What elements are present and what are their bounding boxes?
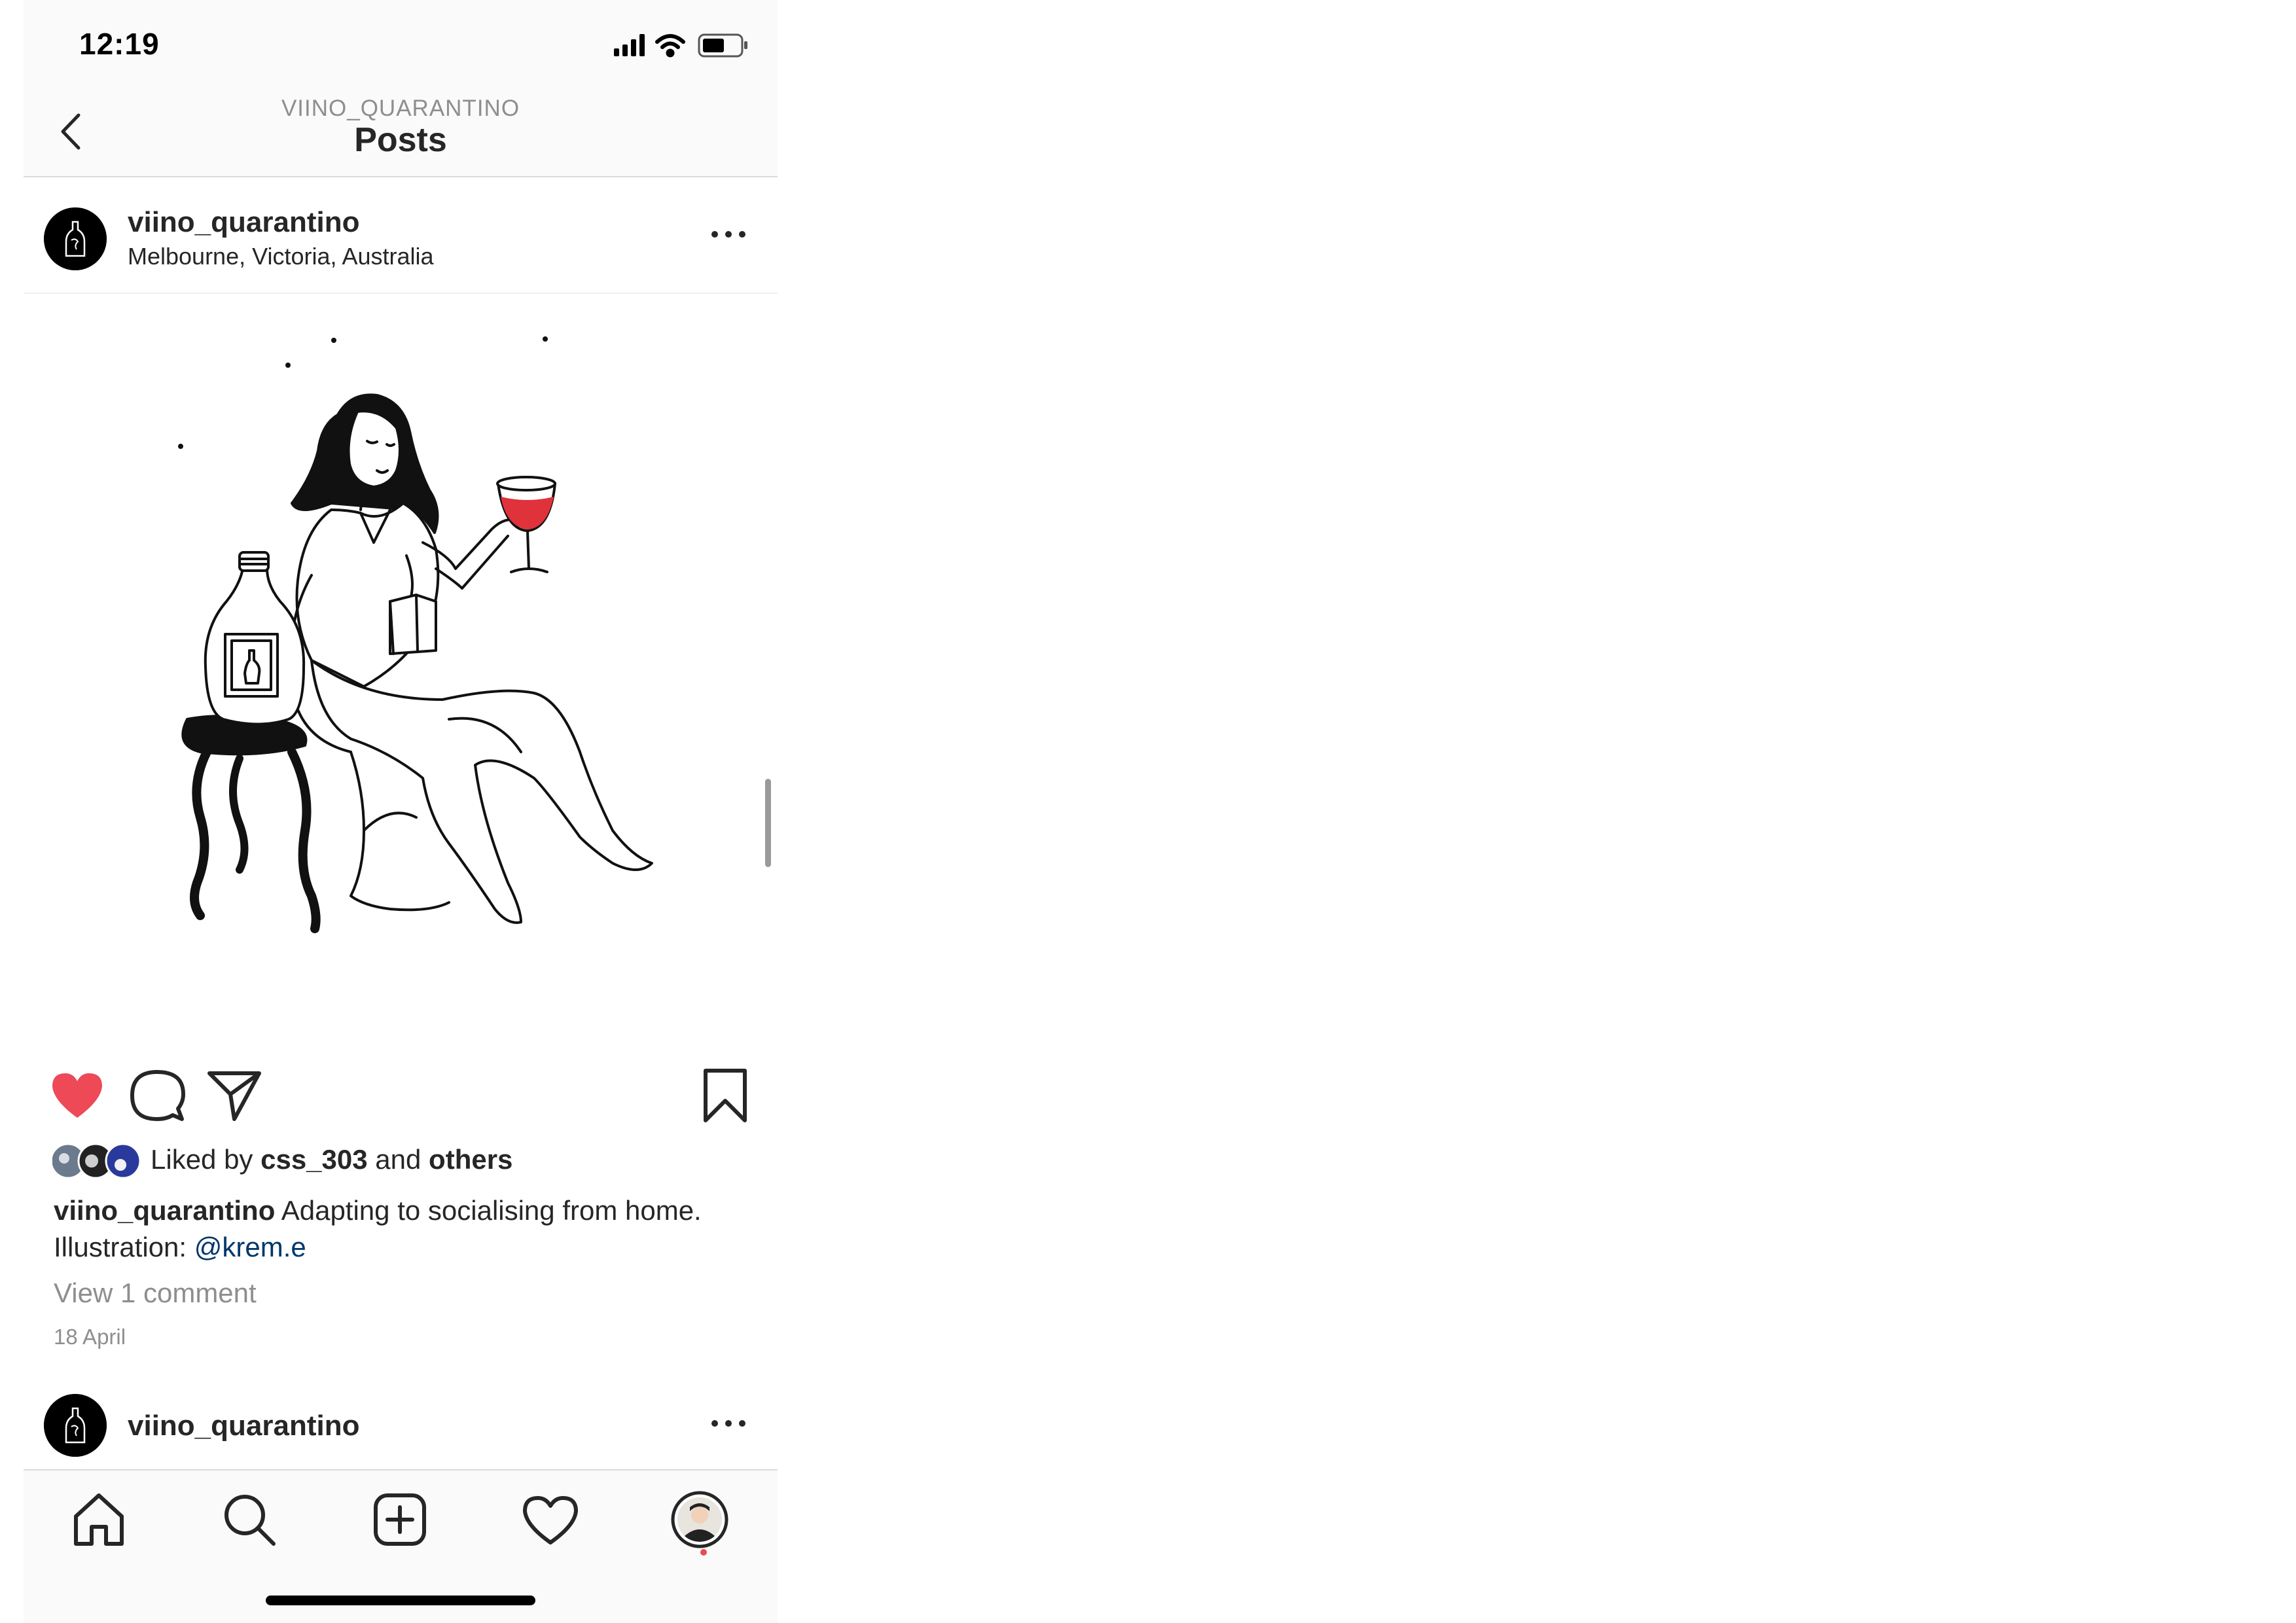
add-post-icon[interactable] (370, 1490, 429, 1549)
caption-text: Adapting to socialising from home. (281, 1195, 702, 1226)
profile-avatar[interactable] (44, 207, 107, 270)
next-post-username[interactable]: viino_quarantino (128, 1410, 359, 1442)
liked-others-link[interactable]: others (429, 1144, 512, 1175)
view-comments-link[interactable]: View 1 comment (54, 1277, 257, 1309)
caption-mention-link[interactable]: @krem.e (194, 1232, 306, 1262)
more-options-icon[interactable] (706, 224, 751, 244)
caption-username[interactable]: viino_quarantino (54, 1195, 275, 1226)
post-date: 18 April (54, 1325, 126, 1349)
navigation-bar: VIINO_QUARANTINO Posts (24, 85, 778, 177)
liked-user-link[interactable]: css_303 (260, 1144, 368, 1175)
like-heart-icon[interactable] (48, 1067, 106, 1124)
post-location[interactable]: Melbourne, Victoria, Australia (128, 243, 434, 270)
liked-by-text: Liked by css_303 and others (151, 1144, 512, 1175)
next-post-header: viino_quarantino (24, 1394, 778, 1466)
search-icon[interactable] (220, 1490, 279, 1549)
save-bookmark-icon[interactable] (696, 1067, 754, 1124)
status-bar: 12:19 (24, 0, 778, 85)
bottom-tab-bar (24, 1469, 778, 1623)
post-actions (24, 1054, 778, 1132)
post-illustration[interactable] (24, 294, 778, 1053)
wifi-icon (655, 34, 685, 58)
activity-heart-icon[interactable] (521, 1490, 580, 1549)
cellular-signal-icon (614, 34, 645, 56)
nav-username: VIINO_QUARANTINO (281, 96, 520, 121)
liked-and: and (375, 1144, 422, 1175)
phone-screen: 12:19 VIINO_QUARANTINO Posts viino_quara… (24, 0, 778, 1623)
page-title: Posts (354, 121, 447, 159)
more-options-icon[interactable] (706, 1414, 751, 1433)
status-icons (614, 33, 747, 58)
liked-prefix: Liked by (151, 1144, 253, 1175)
status-time: 12:19 (79, 27, 160, 61)
battery-icon (698, 33, 747, 58)
scroll-indicator[interactable] (765, 779, 771, 867)
post-header: viino_quarantino Melbourne, Victoria, Au… (24, 177, 778, 294)
post-username[interactable]: viino_quarantino (128, 206, 359, 239)
home-indicator[interactable] (266, 1596, 535, 1605)
liked-avatars (52, 1143, 141, 1179)
comment-icon[interactable] (128, 1067, 186, 1124)
post-caption: viino_quarantino Adapting to socialising… (54, 1192, 747, 1266)
liked-by[interactable]: Liked by css_303 and others (52, 1137, 772, 1183)
profile-avatar[interactable] (44, 1394, 107, 1457)
profile-tab-avatar-icon[interactable] (670, 1490, 729, 1549)
home-icon[interactable] (69, 1490, 128, 1549)
notification-dot (700, 1549, 707, 1556)
share-paper-plane-icon[interactable] (206, 1067, 263, 1124)
caption-line2: Illustration: (54, 1232, 187, 1262)
